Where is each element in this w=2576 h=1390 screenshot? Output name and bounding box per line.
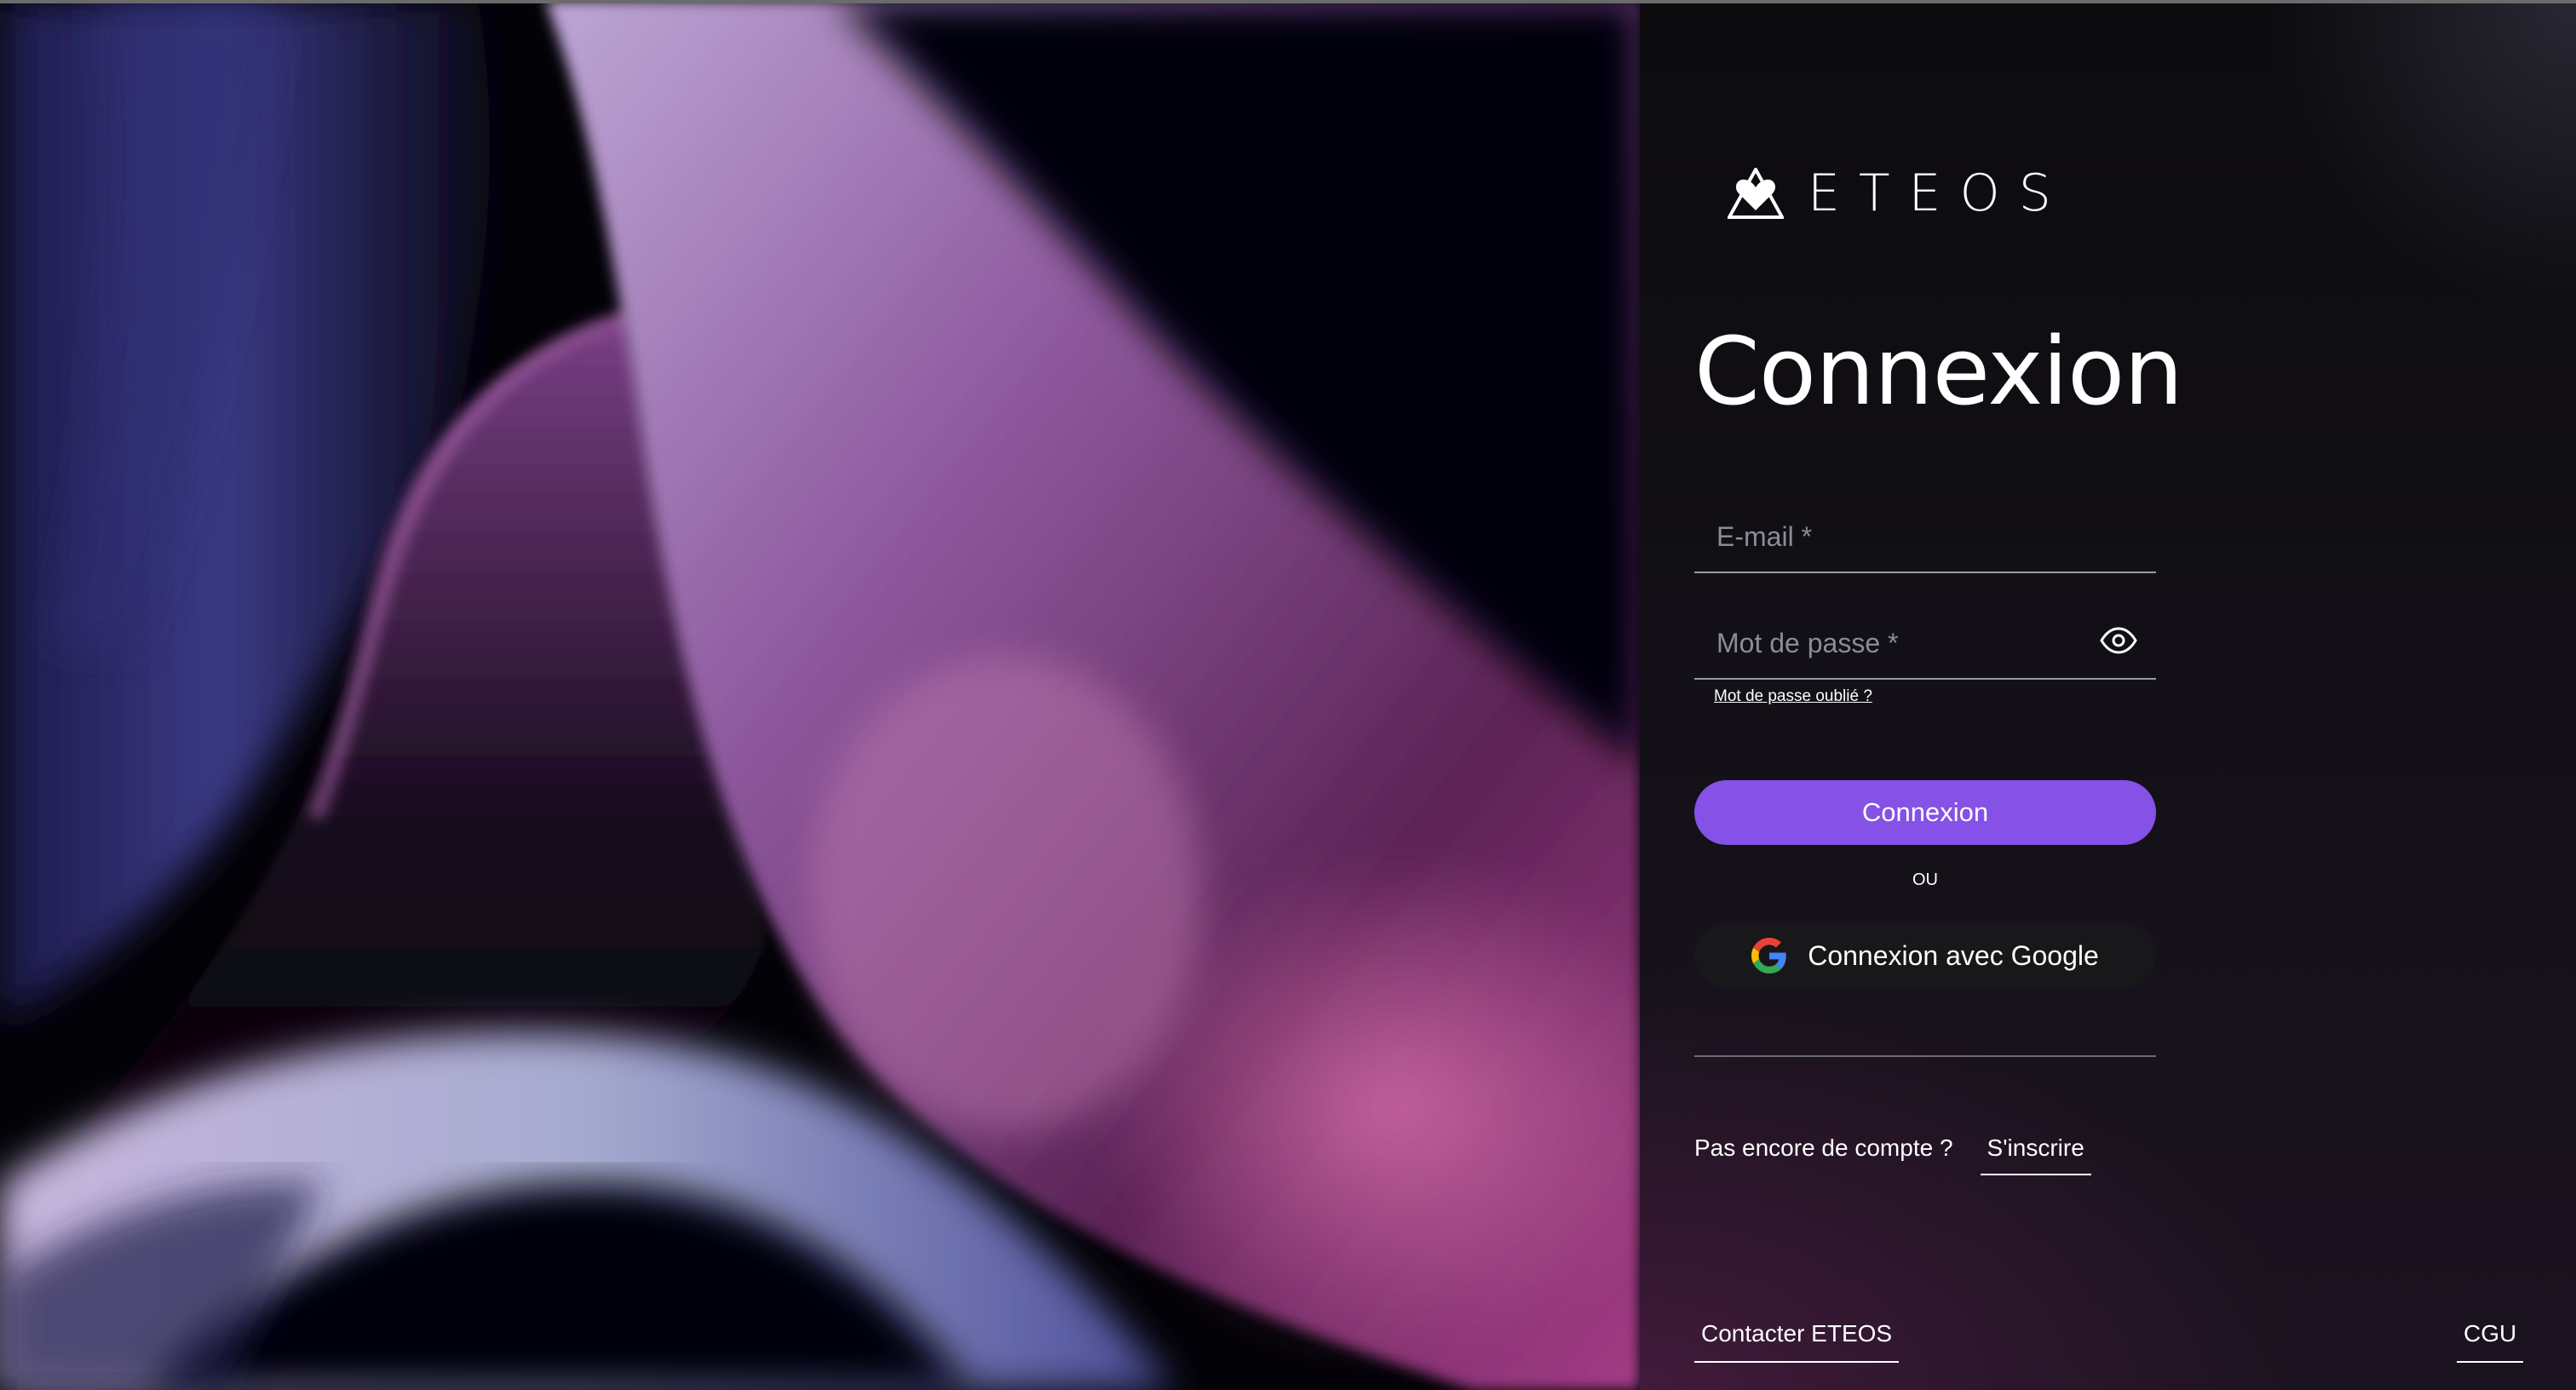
hero-abstract-art bbox=[0, 0, 1640, 1390]
login-panel: ETEOS Connexion Mot de passe oublié ? Co… bbox=[1640, 0, 2576, 1390]
divider bbox=[1694, 1055, 2156, 1057]
google-g-icon bbox=[1751, 938, 1786, 974]
terms-link[interactable]: CGU bbox=[2457, 1317, 2524, 1363]
window-top-border bbox=[0, 0, 2576, 3]
brand-logo[interactable]: ETEOS bbox=[1728, 164, 2070, 223]
password-field bbox=[1694, 596, 2156, 680]
login-button[interactable]: Connexion bbox=[1694, 780, 2156, 845]
page-title: Connexion bbox=[1694, 317, 2183, 426]
eteos-triangle-heart-icon bbox=[1728, 168, 1784, 219]
signup-row: Pas encore de compte ? S'inscrire bbox=[1694, 1131, 2091, 1175]
eye-icon[interactable] bbox=[2100, 627, 2137, 654]
google-login-button[interactable]: Connexion avec Google bbox=[1694, 923, 2156, 988]
google-login-label: Connexion avec Google bbox=[1808, 939, 2099, 971]
or-separator: OU bbox=[1912, 870, 1938, 889]
contact-link[interactable]: Contacter ETEOS bbox=[1694, 1317, 1900, 1363]
brand-name: ETEOS bbox=[1808, 164, 2070, 223]
signup-question: Pas encore de compte ? bbox=[1694, 1134, 1953, 1161]
login-page: ETEOS Connexion Mot de passe oublié ? Co… bbox=[0, 0, 2576, 1390]
password-input[interactable] bbox=[1715, 620, 2093, 666]
email-field bbox=[1694, 490, 2156, 573]
email-input[interactable] bbox=[1715, 514, 2093, 560]
signup-link[interactable]: S'inscrire bbox=[1980, 1131, 2091, 1175]
forgot-password-link[interactable]: Mot de passe oublié ? bbox=[1714, 687, 1872, 706]
